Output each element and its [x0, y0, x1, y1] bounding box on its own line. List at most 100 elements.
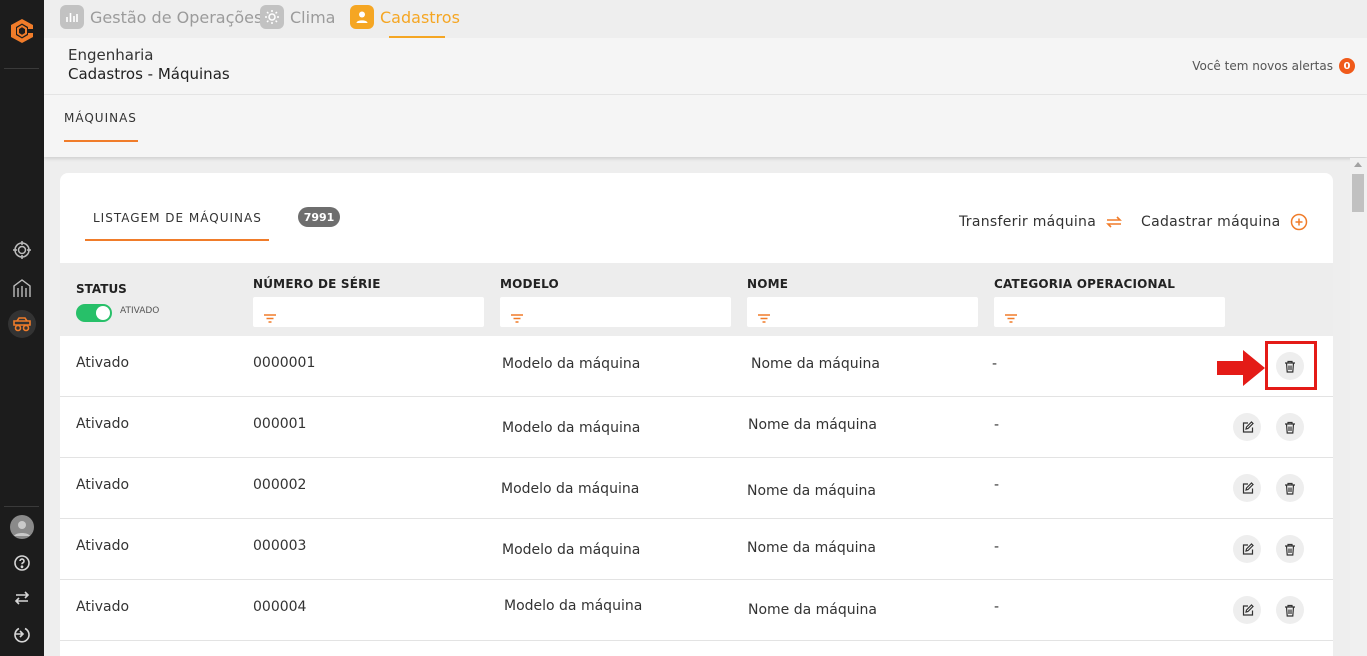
filter-icon — [510, 308, 524, 327]
page-scrollbar[interactable] — [1350, 158, 1367, 656]
help-icon[interactable] — [8, 549, 36, 577]
rail-divider — [4, 506, 39, 507]
category-cell: - — [994, 417, 1000, 433]
machines-card: LISTAGEM DE MÁQUINAS 7991 Transferir máq… — [60, 173, 1333, 656]
alerts-count-badge: 0 — [1339, 58, 1355, 74]
breadcrumb: Engenharia — [68, 46, 154, 64]
table-row[interactable]: Ativado 000003 Modelo da máquina Nome da… — [60, 519, 1333, 580]
category-filter-input[interactable] — [994, 297, 1225, 327]
delete-button[interactable] — [1276, 474, 1304, 502]
name-cell: Nome da máquina — [747, 483, 876, 499]
delete-button[interactable] — [1276, 596, 1304, 624]
section-tabs: MÁQUINAS — [44, 95, 1367, 157]
transfer-machine-button[interactable]: Transferir máquina — [959, 213, 1123, 231]
model-cell: Modelo da máquina — [502, 420, 641, 436]
rail-divider — [4, 68, 39, 69]
alerts-label: Você tem novos alertas — [1192, 59, 1333, 73]
serial-column-header: NÚMERO DE SÉRIE — [253, 277, 381, 291]
name-cell: Nome da máquina — [747, 540, 876, 556]
filter-icon — [757, 308, 771, 327]
logout-icon[interactable] — [8, 620, 36, 648]
name-column-header: NOME — [747, 277, 789, 291]
silo-icon[interactable] — [8, 274, 36, 302]
edit-icon — [1242, 603, 1254, 616]
model-cell: Modelo da máquina — [502, 356, 641, 372]
serial-cell: 000003 — [253, 538, 307, 554]
switch-icon[interactable] — [8, 584, 36, 612]
model-cell: Modelo da máquina — [504, 598, 643, 614]
name-cell: Nome da máquina — [748, 602, 877, 618]
tab-machine-list[interactable]: LISTAGEM DE MÁQUINAS — [93, 211, 262, 225]
machine-icon[interactable] — [8, 310, 36, 338]
table-row[interactable]: Ativado 000002 Modelo da máquina Nome da… — [60, 458, 1333, 519]
model-cell: Modelo da máquina — [501, 481, 640, 497]
edit-icon — [1242, 542, 1254, 555]
tab-active-indicator — [85, 239, 269, 241]
table-row[interactable]: Ativado 000001 Modelo da máquina Nome da… — [60, 397, 1333, 458]
register-machine-button[interactable]: Cadastrar máquina — [1141, 213, 1308, 231]
status-column-header: STATUS — [76, 282, 127, 296]
serial-cell: 000004 — [253, 599, 307, 615]
edit-button[interactable] — [1233, 474, 1261, 502]
nav-item-climate[interactable]: Clima — [260, 5, 335, 29]
toggle-knob — [96, 306, 110, 320]
machine-count-badge: 7991 — [298, 207, 340, 227]
serial-cell: 000002 — [253, 477, 307, 493]
serial-cell: 0000001 — [253, 355, 316, 371]
table-row[interactable]: Ativado 0000001 Modelo da máquina Nome d… — [60, 336, 1333, 397]
status-cell: Ativado — [76, 477, 130, 493]
toggle-label: ATIVADO — [120, 306, 160, 316]
alerts-notice[interactable]: Você tem novos alertas 0 — [1192, 58, 1355, 74]
sun-icon — [260, 5, 284, 29]
edit-button[interactable] — [1233, 596, 1261, 624]
category-cell: - — [992, 356, 998, 372]
filter-icon — [263, 308, 277, 327]
serial-filter-input[interactable] — [253, 297, 484, 327]
page-header: Engenharia Cadastros - Máquinas Você tem… — [44, 38, 1367, 95]
table-row[interactable]: Ativado 000004 Modelo da máquina Nome da… — [60, 580, 1333, 641]
tab-machines[interactable]: MÁQUINAS — [64, 111, 137, 125]
register-machine-label: Cadastrar máquina — [1141, 214, 1281, 230]
edit-icon — [1242, 420, 1254, 433]
category-cell: - — [994, 599, 1000, 615]
target-icon[interactable] — [8, 236, 36, 264]
transfer-machine-label: Transferir máquina — [959, 214, 1097, 230]
trash-icon — [1285, 421, 1295, 434]
serial-cell: 000001 — [253, 416, 307, 432]
delete-button[interactable] — [1276, 535, 1304, 563]
trash-icon — [1285, 604, 1295, 617]
nav-item-label: Gestão de Operações — [90, 7, 263, 27]
delete-button[interactable] — [1276, 413, 1304, 441]
table-filters: STATUS ATIVADO NÚMERO DE SÉRIE MODELO NO… — [60, 263, 1333, 336]
edit-icon — [1242, 481, 1254, 494]
top-navigation: Gestão de Operações Clima Cadastros — [44, 0, 1367, 38]
name-filter-input[interactable] — [747, 297, 978, 327]
tab-active-indicator — [64, 140, 138, 142]
name-cell: Nome da máquina — [751, 356, 880, 372]
status-cell: Ativado — [76, 355, 130, 371]
user-icon — [350, 5, 374, 29]
add-circle-icon — [1290, 213, 1308, 231]
status-toggle[interactable] — [76, 304, 112, 322]
filter-icon — [1004, 308, 1018, 327]
trash-icon — [1285, 482, 1295, 495]
edit-button[interactable] — [1233, 535, 1261, 563]
model-filter-input[interactable] — [500, 297, 731, 327]
status-cell: Ativado — [76, 538, 130, 554]
nav-item-registrations[interactable]: Cadastros — [350, 5, 460, 29]
model-cell: Modelo da máquina — [502, 542, 641, 558]
scrollbar-thumb[interactable] — [1352, 174, 1364, 212]
app-logo-icon[interactable] — [6, 15, 38, 47]
category-cell: - — [994, 539, 1000, 555]
status-cell: Ativado — [76, 599, 130, 615]
scroll-up-arrow-icon[interactable] — [1354, 162, 1362, 167]
nav-item-operations[interactable]: Gestão de Operações — [60, 5, 262, 29]
nav-item-label: Clima — [290, 7, 336, 27]
avatar[interactable] — [8, 513, 36, 541]
edit-button[interactable] — [1233, 413, 1261, 441]
status-cell: Ativado — [76, 416, 130, 432]
chart-icon — [60, 5, 84, 29]
name-cell: Nome da máquina — [748, 417, 877, 433]
category-cell: - — [994, 477, 1000, 493]
annotation-arrow-icon — [1217, 350, 1265, 386]
